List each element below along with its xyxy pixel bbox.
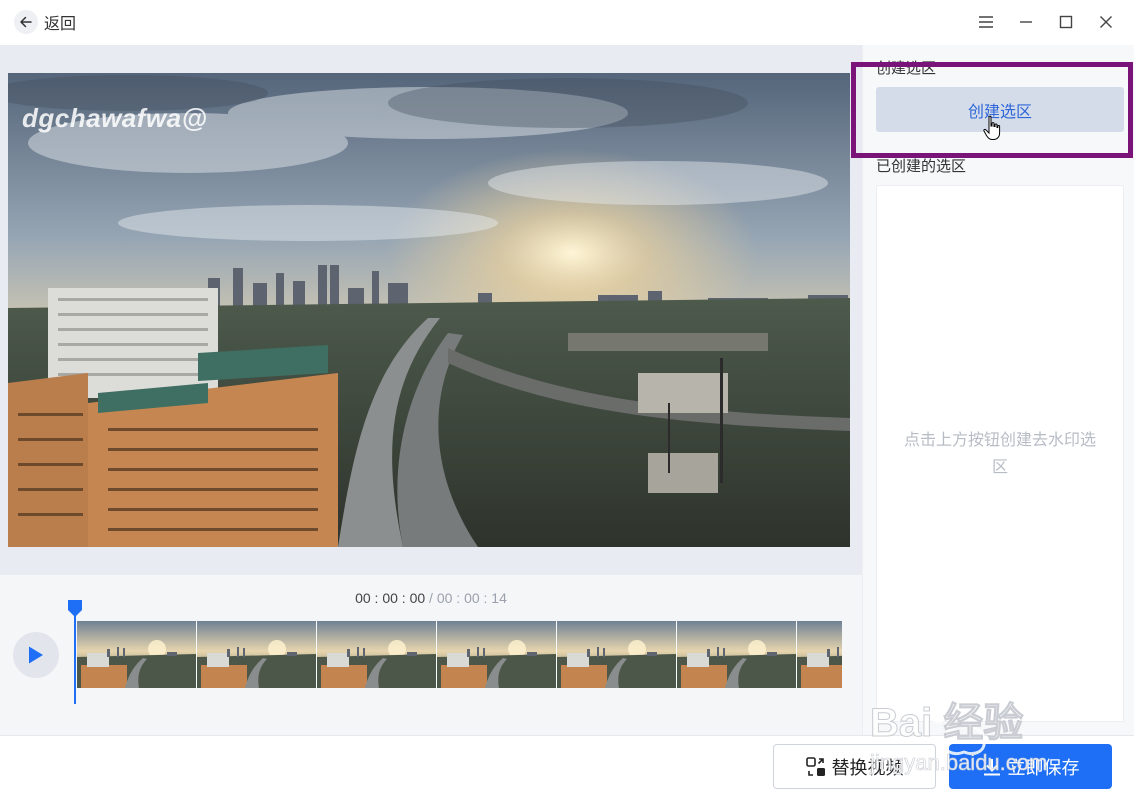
download-icon xyxy=(983,758,1000,775)
frame-thumbnail-image xyxy=(677,621,796,688)
menu-icon xyxy=(979,16,993,28)
frame-thumbnail[interactable] xyxy=(437,621,557,688)
frame-thumbnail-image xyxy=(557,621,676,688)
frame-thumbnail[interactable] xyxy=(77,621,197,688)
video-frame[interactable]: dgchawafwa@ xyxy=(8,73,850,547)
close-icon xyxy=(1100,16,1112,28)
frame-thumbnail-image xyxy=(77,621,196,688)
time-display: 00 : 00 : 00 / 00 : 00 : 14 xyxy=(0,590,862,606)
playhead-handle[interactable] xyxy=(67,600,83,704)
frame-thumbnail[interactable] xyxy=(797,621,842,688)
empty-hint: 点击上方按钮创建去水印选区 xyxy=(903,431,1096,476)
highlight-frame xyxy=(851,62,1133,158)
title-bar: 返回 xyxy=(0,0,1134,45)
frame-thumbnail[interactable] xyxy=(317,621,437,688)
save-now-button[interactable]: 立即保存 xyxy=(949,744,1112,789)
frame-thumbnail-image xyxy=(797,621,842,688)
watermark-text: dgchawafwa@ xyxy=(22,103,208,133)
replace-icon xyxy=(805,756,825,776)
replace-video-label: 替换视频 xyxy=(831,757,904,778)
current-time: 00 : 00 : 00 xyxy=(355,590,426,606)
hand-cursor-icon xyxy=(983,115,1001,140)
back-label: 返回 xyxy=(44,16,77,33)
maximize-icon xyxy=(1059,15,1073,29)
duration-time: 00 : 00 : 14 xyxy=(436,590,507,606)
minimize-icon xyxy=(1020,21,1032,23)
frame-thumbnail-image xyxy=(317,621,436,688)
frame-thumbnail[interactable] xyxy=(557,621,677,688)
window-controls xyxy=(968,6,1124,38)
back-arrow-icon xyxy=(14,10,38,34)
play-icon xyxy=(29,646,43,664)
frame-strip[interactable] xyxy=(77,621,842,688)
maximize-button[interactable] xyxy=(1048,6,1084,38)
close-button[interactable] xyxy=(1088,6,1124,38)
city-skyline-image xyxy=(8,73,850,547)
created-section-label: 已创建的选区 xyxy=(876,158,967,175)
footer-bar: 替换视频 立即保存 xyxy=(0,735,1134,797)
frame-thumbnail[interactable] xyxy=(677,621,797,688)
timeline-panel: 00 : 00 : 00 / 00 : 00 : 14 xyxy=(0,575,862,735)
play-button[interactable] xyxy=(13,632,59,678)
menu-button[interactable] xyxy=(968,6,1004,38)
video-preview-area: dgchawafwa@ xyxy=(0,45,862,575)
selection-list: 点击上方按钮创建去水印选区 xyxy=(876,185,1124,722)
frame-thumbnail[interactable] xyxy=(197,621,317,688)
minimize-button[interactable] xyxy=(1008,6,1044,38)
save-now-label: 立即保存 xyxy=(1007,757,1080,778)
replace-video-button[interactable]: 替换视频 xyxy=(773,744,936,789)
frame-thumbnail-image xyxy=(437,621,556,688)
frame-thumbnail-image xyxy=(197,621,316,688)
back-button[interactable]: 返回 xyxy=(14,8,76,36)
time-separator: / xyxy=(425,590,437,606)
